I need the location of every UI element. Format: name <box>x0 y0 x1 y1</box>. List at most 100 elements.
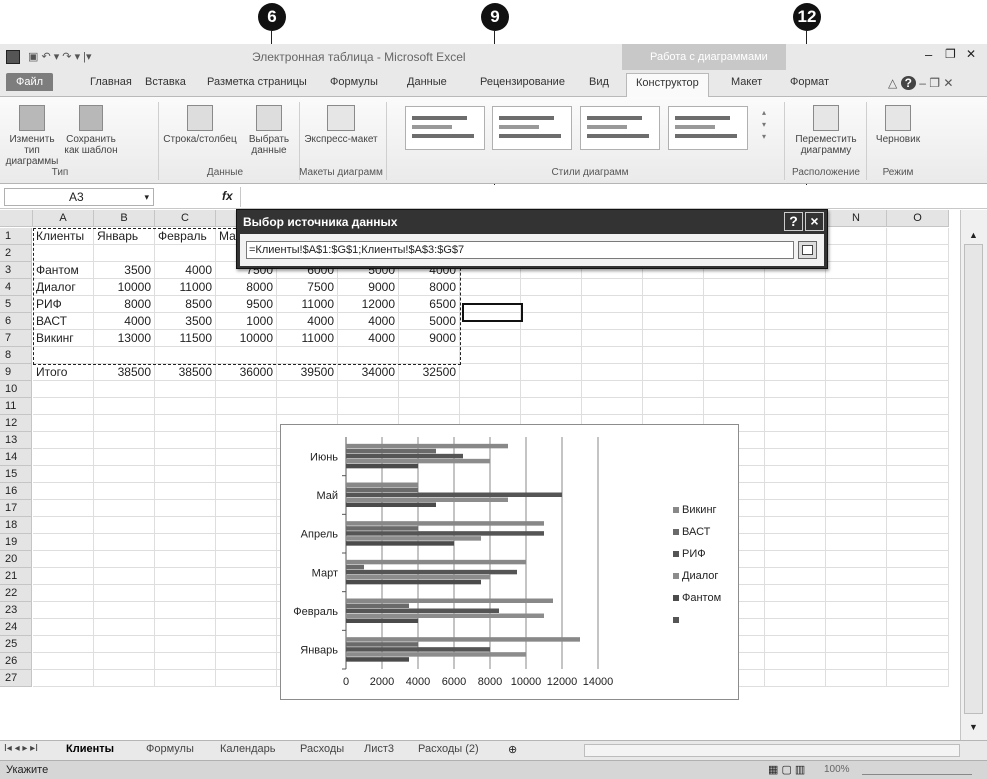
row-header-26[interactable]: 26 <box>0 653 32 670</box>
cell-O26[interactable] <box>887 653 949 670</box>
cell-O21[interactable] <box>887 568 949 585</box>
cell-B15[interactable] <box>94 466 155 483</box>
column-header-C[interactable]: C <box>155 210 216 227</box>
cell-A10[interactable] <box>33 381 94 398</box>
cell-D24[interactable] <box>216 619 277 636</box>
row-header-21[interactable]: 21 <box>0 568 32 585</box>
cell-C21[interactable] <box>155 568 216 585</box>
cell-O17[interactable] <box>887 500 949 517</box>
row-header-18[interactable]: 18 <box>0 517 32 534</box>
cell-B21[interactable] <box>94 568 155 585</box>
row-header-4[interactable]: 4 <box>0 279 32 296</box>
cell-A21[interactable] <box>33 568 94 585</box>
cell-M11[interactable] <box>765 398 826 415</box>
cell-B11[interactable] <box>94 398 155 415</box>
cell-A18[interactable] <box>33 517 94 534</box>
sheet-tab-clients[interactable]: Клиенты <box>66 743 114 755</box>
cell-D12[interactable] <box>216 415 277 432</box>
cell-H7[interactable] <box>460 330 521 347</box>
tab-format[interactable]: Формат <box>790 76 829 88</box>
cell-L4[interactable] <box>704 279 765 296</box>
cell-B14[interactable] <box>94 449 155 466</box>
row-header-6[interactable]: 6 <box>0 313 32 330</box>
cell-L10[interactable] <box>704 381 765 398</box>
cell-N5[interactable] <box>826 296 887 313</box>
cell-J11[interactable] <box>582 398 643 415</box>
cell-L8[interactable] <box>704 347 765 364</box>
cell-N23[interactable] <box>826 602 887 619</box>
cell-J9[interactable] <box>582 364 643 381</box>
cell-B25[interactable] <box>94 636 155 653</box>
cell-O20[interactable] <box>887 551 949 568</box>
cell-C18[interactable] <box>155 517 216 534</box>
cell-O15[interactable] <box>887 466 949 483</box>
cell-O2[interactable] <box>887 245 949 262</box>
cell-I11[interactable] <box>521 398 582 415</box>
cell-K7[interactable] <box>643 330 704 347</box>
chart-style-1[interactable] <box>405 106 485 150</box>
sheet-nav-icons[interactable]: I◂ ◂ ▸ ▸I <box>4 743 38 754</box>
cell-M20[interactable] <box>765 551 826 568</box>
cell-A19[interactable] <box>33 534 94 551</box>
cell-I10[interactable] <box>521 381 582 398</box>
save-as-template-button[interactable]: Сохранить как шаблон <box>62 105 120 156</box>
tab-home[interactable]: Главная <box>90 76 132 88</box>
cell-C25[interactable] <box>155 636 216 653</box>
cell-M10[interactable] <box>765 381 826 398</box>
cell-A14[interactable] <box>33 449 94 466</box>
cell-D11[interactable] <box>216 398 277 415</box>
cell-O18[interactable] <box>887 517 949 534</box>
new-sheet-icon[interactable]: ⊕ <box>508 743 517 756</box>
row-header-22[interactable]: 22 <box>0 585 32 602</box>
cell-A22[interactable] <box>33 585 94 602</box>
row-header-7[interactable]: 7 <box>0 330 32 347</box>
cell-D19[interactable] <box>216 534 277 551</box>
tab-insert[interactable]: Вставка <box>145 76 186 88</box>
cell-M22[interactable] <box>765 585 826 602</box>
row-header-12[interactable]: 12 <box>0 415 32 432</box>
cell-L5[interactable] <box>704 296 765 313</box>
cell-J10[interactable] <box>582 381 643 398</box>
cell-O22[interactable] <box>887 585 949 602</box>
excel-icon[interactable] <box>6 50 20 64</box>
select-data-source-dialog[interactable]: Выбор источника данных ? × =Клиенты!$A$1… <box>236 209 828 269</box>
cell-O8[interactable] <box>887 347 949 364</box>
cell-N9[interactable] <box>826 364 887 381</box>
column-header-O[interactable]: O <box>887 210 949 227</box>
cell-C14[interactable] <box>155 449 216 466</box>
tab-formulas[interactable]: Формулы <box>330 76 378 88</box>
cell-N16[interactable] <box>826 483 887 500</box>
cell-B20[interactable] <box>94 551 155 568</box>
cell-H8[interactable] <box>460 347 521 364</box>
row-header-20[interactable]: 20 <box>0 551 32 568</box>
cell-O7[interactable] <box>887 330 949 347</box>
cell-A16[interactable] <box>33 483 94 500</box>
row-header-16[interactable]: 16 <box>0 483 32 500</box>
cell-N6[interactable] <box>826 313 887 330</box>
cell-G11[interactable] <box>399 398 460 415</box>
select-data-button[interactable]: Выбрать данные <box>240 105 298 156</box>
cell-N17[interactable] <box>826 500 887 517</box>
cell-O24[interactable] <box>887 619 949 636</box>
name-box[interactable]: A3 ▾ <box>4 188 154 206</box>
row-header-15[interactable]: 15 <box>0 466 32 483</box>
cell-K11[interactable] <box>643 398 704 415</box>
cell-B13[interactable] <box>94 432 155 449</box>
row-header-24[interactable]: 24 <box>0 619 32 636</box>
cell-I7[interactable] <box>521 330 582 347</box>
cell-M16[interactable] <box>765 483 826 500</box>
cell-N11[interactable] <box>826 398 887 415</box>
cell-C22[interactable] <box>155 585 216 602</box>
cell-O11[interactable] <box>887 398 949 415</box>
cell-L11[interactable] <box>704 398 765 415</box>
restore-icon[interactable]: ❐ <box>945 47 956 61</box>
cell-J6[interactable] <box>582 313 643 330</box>
cell-M17[interactable] <box>765 500 826 517</box>
cell-N4[interactable] <box>826 279 887 296</box>
column-header-N[interactable]: N <box>826 210 887 227</box>
cell-A27[interactable] <box>33 670 94 687</box>
row-header-11[interactable]: 11 <box>0 398 32 415</box>
cell-N2[interactable] <box>826 245 887 262</box>
row-header-2[interactable]: 2 <box>0 245 32 262</box>
cell-A15[interactable] <box>33 466 94 483</box>
